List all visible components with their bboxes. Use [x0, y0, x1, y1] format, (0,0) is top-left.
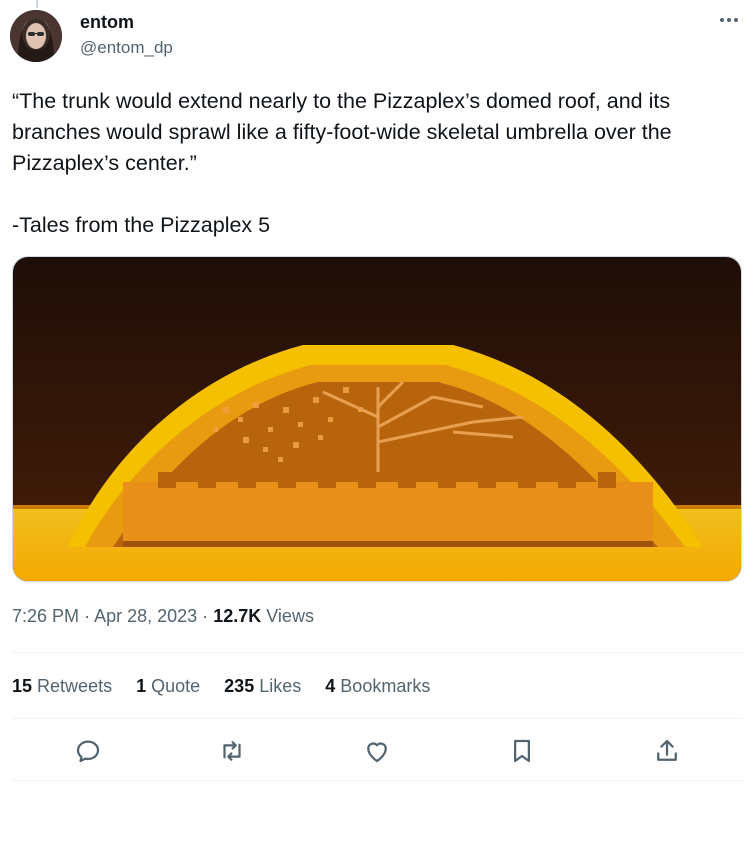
bookmark-button[interactable]: [507, 736, 537, 766]
avatar-photo-icon: [10, 10, 62, 62]
author-avatar[interactable]: [10, 10, 62, 62]
reply-icon: [76, 740, 100, 763]
heart-icon: [367, 742, 387, 763]
views-label: Views: [266, 606, 314, 626]
divider: [12, 652, 743, 653]
likes-label: Likes: [259, 676, 302, 696]
retweets-stat[interactable]: 15 Retweets: [12, 676, 112, 697]
bookmarks-count: 4: [325, 676, 336, 696]
tweet-time[interactable]: 7:26 PM: [12, 606, 79, 626]
author-handle[interactable]: @entom_dp: [80, 38, 173, 58]
meta-separator: ·: [202, 606, 209, 626]
divider: [12, 718, 743, 719]
likes-count: 235: [224, 676, 255, 696]
author-display-name[interactable]: entom: [80, 12, 134, 33]
bookmark-icon: [514, 739, 530, 763]
action-bar: [0, 730, 755, 770]
retweets-count: 15: [12, 676, 33, 696]
views-count: 12.7K: [213, 606, 262, 626]
bookmarks-label: Bookmarks: [340, 676, 431, 696]
retweets-label: Retweets: [37, 676, 113, 696]
tweet-media-image[interactable]: [12, 256, 742, 582]
tweet-meta: 7:26 PM · Apr 28, 2023 · 12.7K Views: [12, 606, 314, 627]
retweet-button[interactable]: [217, 736, 247, 766]
pixel-art-dome-with-tree-image: [13, 257, 741, 581]
quotes-label: Quote: [151, 676, 201, 696]
like-button[interactable]: [362, 736, 392, 766]
retweet-icon: [223, 741, 241, 761]
meta-separator: ·: [84, 606, 91, 626]
more-dots-icon: [720, 18, 738, 22]
quotes-count: 1: [136, 676, 147, 696]
thread-connector-line: [36, 0, 38, 8]
quotes-stat[interactable]: 1 Quote: [136, 676, 200, 697]
reply-button[interactable]: [73, 736, 103, 766]
likes-stat[interactable]: 235 Likes: [224, 676, 301, 697]
share-icon: [657, 739, 677, 761]
more-options-button[interactable]: [717, 10, 741, 30]
tweet-text: “The trunk would extend nearly to the Pi…: [12, 89, 672, 237]
engagement-stats: 15 Retweets 1 Quote 235 Likes 4 Bookmark…: [12, 676, 430, 697]
divider: [12, 780, 743, 781]
share-button[interactable]: [652, 736, 682, 766]
tweet-date[interactable]: Apr 28, 2023: [94, 606, 197, 626]
bookmarks-stat[interactable]: 4 Bookmarks: [325, 676, 430, 697]
